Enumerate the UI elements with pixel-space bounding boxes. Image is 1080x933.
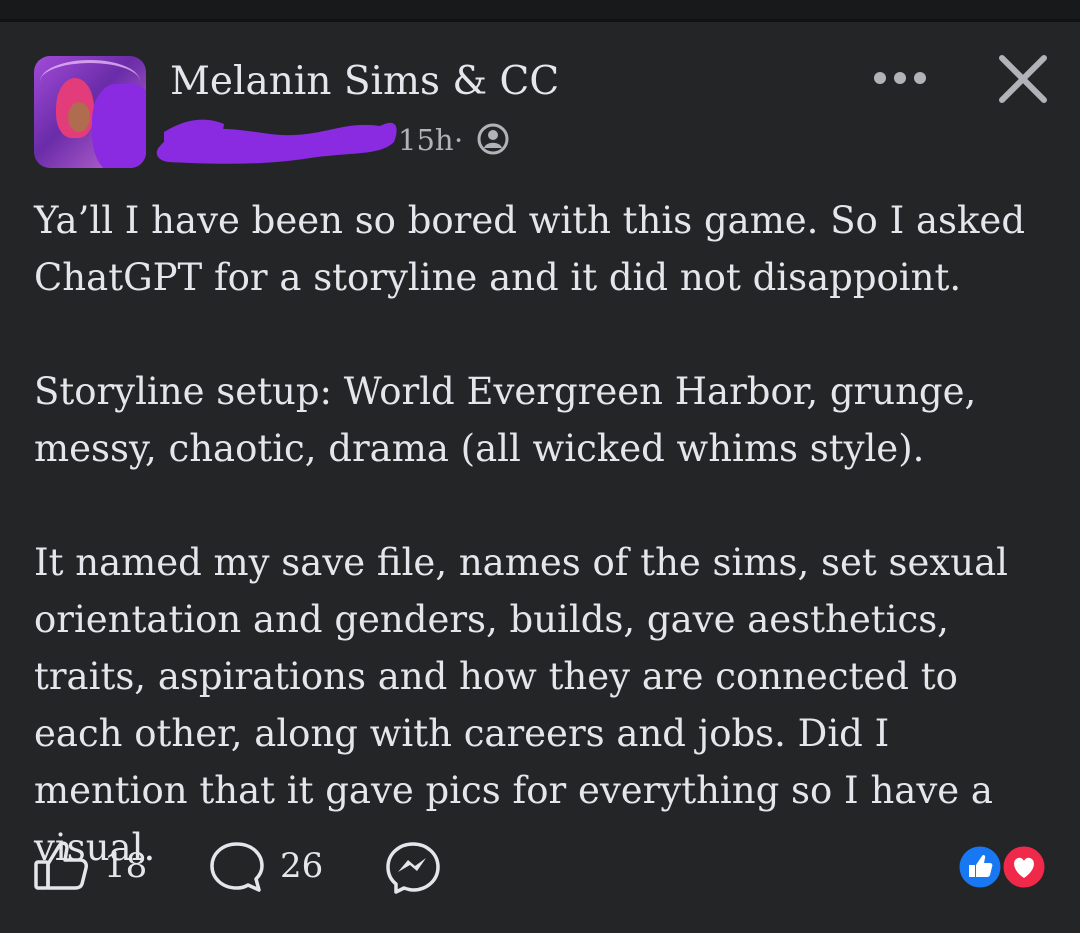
top-divider-bar — [0, 0, 1080, 22]
like-button[interactable]: 18 — [32, 838, 147, 894]
post-paragraph: Ya’ll I have been so bored with this gam… — [34, 199, 1026, 299]
post-paragraph: It named my save file, names of the sims… — [34, 541, 1008, 869]
post-timestamp[interactable]: 15h — [398, 120, 454, 160]
close-icon[interactable] — [992, 52, 1054, 106]
meta-separator: · — [454, 123, 464, 157]
comment-button[interactable]: 26 — [208, 838, 323, 894]
comment-count: 26 — [280, 846, 324, 886]
avatar-redaction-mark — [92, 84, 146, 168]
avatar-figure-face — [68, 102, 90, 132]
post-meta-row: 15h · — [150, 112, 530, 172]
comment-bubble-icon — [210, 842, 264, 892]
reaction-summary[interactable] — [954, 842, 1050, 892]
like-count: 18 — [104, 846, 148, 886]
redaction-scribble — [156, 119, 397, 164]
post-body: Ya’ll I have been so bored with this gam… — [34, 192, 1054, 933]
page-avatar[interactable] — [34, 56, 146, 168]
thumbs-up-icon — [34, 841, 88, 890]
more-options-icon[interactable] — [866, 58, 934, 98]
messenger-icon — [386, 842, 440, 894]
page-name-link[interactable]: Melanin Sims & CC — [170, 56, 559, 108]
like-reaction-icon — [956, 843, 1004, 891]
public-globe-icon[interactable] — [476, 122, 510, 156]
send-messenger-button[interactable] — [384, 838, 442, 894]
love-reaction-icon — [1000, 843, 1048, 891]
post-paragraph: Storyline setup: World Evergreen Harbor,… — [34, 370, 977, 470]
